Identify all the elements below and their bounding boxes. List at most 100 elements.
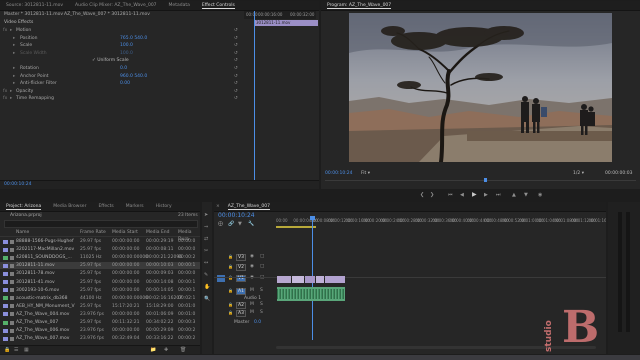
clip-v1-a[interactable] bbox=[277, 276, 291, 283]
razor-tool-icon[interactable]: ✂ bbox=[204, 248, 208, 254]
new-bin-icon[interactable]: 📁 bbox=[150, 347, 156, 353]
solo-icon[interactable]: S bbox=[260, 302, 263, 307]
ripple-edit-tool-icon[interactable]: ⇄ bbox=[204, 236, 208, 242]
effect-value[interactable]: 765.0 540.0 bbox=[120, 35, 147, 42]
track-lock-icon[interactable]: 🔒 bbox=[228, 264, 233, 269]
go-to-out-icon[interactable]: ⏭ bbox=[496, 192, 501, 198]
clip-v1-b[interactable] bbox=[292, 276, 304, 283]
project-search-input[interactable] bbox=[4, 220, 198, 228]
reset-icon[interactable]: ↺ bbox=[234, 88, 238, 95]
ec-playhead[interactable] bbox=[254, 11, 255, 187]
effect-row[interactable]: ▸ Scale 100.0 ↺ bbox=[0, 42, 250, 49]
effect-value[interactable]: 100.0 bbox=[120, 50, 133, 57]
timeline-timecode[interactable]: 00:00:10:24 bbox=[218, 212, 255, 219]
close-icon[interactable]: × bbox=[214, 202, 222, 211]
project-item-row[interactable]: 3202117-MacMillan2.mov 25.97 fps 00:00:00:… bbox=[0, 246, 200, 253]
label-color-swatch[interactable] bbox=[3, 247, 8, 252]
label-color-swatch[interactable] bbox=[3, 320, 8, 325]
label-color-swatch[interactable] bbox=[3, 263, 8, 268]
icon-view-icon[interactable]: ▦ bbox=[24, 347, 29, 353]
program-fit-select[interactable]: Fit ▾ bbox=[361, 171, 370, 176]
export-frame-icon[interactable]: ◉ bbox=[538, 192, 542, 198]
project-item-row[interactable]: AZ_The_Wave_004.mov 23.976 fps 00:00:00:00… bbox=[0, 311, 200, 318]
lock-icon[interactable]: 🔒 bbox=[4, 347, 10, 353]
track-header[interactable]: 🔒 A3 M S bbox=[214, 310, 274, 318]
project-item-row[interactable]: AZ_The_Wave_006.mov 23.976 fps 00:00:00:00… bbox=[0, 327, 200, 334]
effect-value[interactable]: ✓ Uniform Scale bbox=[92, 57, 129, 64]
extract-icon[interactable]: ▼ bbox=[524, 192, 528, 198]
disclosure-triangle-icon[interactable]: ▸ bbox=[13, 65, 15, 72]
label-color-swatch[interactable] bbox=[3, 328, 8, 333]
track-header[interactable]: 🔒 A2 M S bbox=[214, 302, 274, 310]
reset-icon[interactable]: ↺ bbox=[234, 50, 238, 57]
program-playhead-marker[interactable] bbox=[484, 178, 487, 182]
add-marker-icon[interactable]: ▼ bbox=[238, 221, 242, 227]
track-target-button[interactable]: A1 bbox=[236, 288, 246, 295]
clip-v1-e[interactable] bbox=[325, 276, 345, 283]
tab-metadata[interactable]: Metadata bbox=[163, 1, 196, 10]
eye-icon[interactable]: ◉ bbox=[250, 264, 254, 269]
effect-row[interactable]: fx ▸ Motion ↺ bbox=[0, 27, 250, 34]
fx-badge-icon[interactable]: fx bbox=[3, 27, 7, 34]
settings-wrench-icon[interactable]: 🔧 bbox=[248, 221, 254, 227]
ec-header-seq[interactable]: AZ_The_Wave_007 * 3012811-11.mov bbox=[64, 12, 150, 17]
solo-icon[interactable]: S bbox=[260, 288, 263, 293]
tab-media-browser[interactable]: Media Browser bbox=[47, 202, 92, 211]
linked-selection-icon[interactable]: 🔗 bbox=[228, 221, 234, 227]
tab-program[interactable]: Program: AZ_The_Wave_007 bbox=[321, 1, 397, 10]
project-item-row[interactable]: 3012811-41.mov 25.97 fps 00:00:00:00 00:00:… bbox=[0, 279, 200, 286]
fx-badge-icon[interactable]: fx bbox=[3, 95, 7, 102]
selection-tool-icon[interactable]: ➤ bbox=[204, 212, 208, 218]
label-color-swatch[interactable] bbox=[3, 239, 8, 244]
track-header[interactable]: 🔒 V3 ◉ □ bbox=[214, 254, 274, 262]
track-target-button[interactable]: V2 bbox=[236, 264, 246, 271]
slip-tool-icon[interactable]: ↔ bbox=[204, 260, 208, 266]
tab-audio-clip-mixer[interactable]: Audio Clip Mixer: AZ_The_Wave_007 bbox=[69, 1, 163, 10]
tab-markers[interactable]: Markers bbox=[120, 202, 150, 211]
effect-row[interactable]: fx ▸ Opacity ↺ bbox=[0, 88, 250, 95]
tab-project[interactable]: Project: Arizona bbox=[0, 202, 47, 211]
track-lock-icon[interactable]: 🔒 bbox=[228, 302, 233, 307]
go-to-in-icon[interactable]: ⏮ bbox=[448, 192, 453, 198]
disclosure-triangle-icon[interactable]: ▸ bbox=[13, 35, 15, 42]
mark-out-icon[interactable]: ❯ bbox=[430, 192, 434, 198]
col-name[interactable]: Name bbox=[16, 229, 29, 236]
disclosure-triangle-icon[interactable]: ▸ bbox=[13, 42, 15, 49]
program-resolution-select[interactable]: 1/2 ▾ bbox=[573, 171, 584, 176]
track-select-tool-icon[interactable]: ⇒ bbox=[204, 224, 208, 230]
program-timecode[interactable]: 00:00:10:24 bbox=[325, 171, 352, 176]
effect-row[interactable]: ▸ Anti-flicker Filter 0.00 ↺ bbox=[0, 80, 250, 87]
effect-row[interactable]: ▸ Anchor Point 960.0 540.0 ↺ bbox=[0, 73, 250, 80]
reset-icon[interactable]: ↺ bbox=[234, 80, 238, 87]
label-color-swatch[interactable] bbox=[3, 255, 8, 260]
clip-v1-d[interactable] bbox=[316, 276, 324, 283]
col-media-start[interactable]: Media Start bbox=[112, 229, 138, 236]
tab-history[interactable]: History bbox=[150, 202, 178, 211]
step-forward-icon[interactable]: ▶ bbox=[484, 192, 488, 198]
project-item-row[interactable]: AEB_HY_NM_Monument_V 25.97 fps 15:17:20:21… bbox=[0, 303, 200, 310]
reset-icon[interactable]: ↺ bbox=[234, 95, 238, 102]
label-color-swatch[interactable] bbox=[3, 271, 8, 276]
program-video-frame[interactable] bbox=[349, 13, 612, 162]
project-item-row[interactable]: acoustic-matrix_db368 44100 Hz 00:00:00:00… bbox=[0, 295, 200, 302]
project-item-row[interactable]: AZ_The_Wave_007.mov 23.976 fps 00:32:49:04… bbox=[0, 335, 200, 342]
tab-sequence[interactable]: AZ_The_Wave_007 bbox=[222, 202, 276, 211]
project-item-row[interactable]: 420811_SOUNDDOGS_... 11025 Hz 00:00:00:000… bbox=[0, 254, 200, 261]
track-lock-icon[interactable]: 🔒 bbox=[228, 288, 233, 293]
track-target-button[interactable]: A3 bbox=[236, 310, 246, 317]
disclosure-triangle-icon[interactable]: ▸ bbox=[10, 88, 12, 95]
label-color-swatch[interactable] bbox=[3, 280, 8, 284]
disclosure-triangle-icon[interactable]: ▸ bbox=[10, 95, 12, 102]
new-item-icon[interactable]: ✚ bbox=[164, 347, 168, 353]
tab-source[interactable]: Source: 3012811-11.mov bbox=[0, 1, 69, 10]
track-lock-icon[interactable]: 🔒 bbox=[228, 310, 233, 315]
ec-timecode[interactable]: 00:00:10:24 bbox=[4, 182, 31, 187]
pen-tool-icon[interactable]: ✎ bbox=[204, 272, 208, 278]
effect-value[interactable]: 960.0 540.0 bbox=[120, 73, 147, 80]
clip-v1-c[interactable] bbox=[305, 276, 315, 283]
list-view-icon[interactable]: ☰ bbox=[14, 347, 18, 353]
tab-effects[interactable]: Effects bbox=[92, 202, 119, 211]
project-item-row[interactable]: 3002193-10-6.mov 25.97 fps 00:00:00:00 00:0… bbox=[0, 287, 200, 294]
track-lock-icon[interactable]: 🔒 bbox=[228, 254, 233, 259]
disclosure-triangle-icon[interactable]: ▸ bbox=[13, 80, 15, 87]
